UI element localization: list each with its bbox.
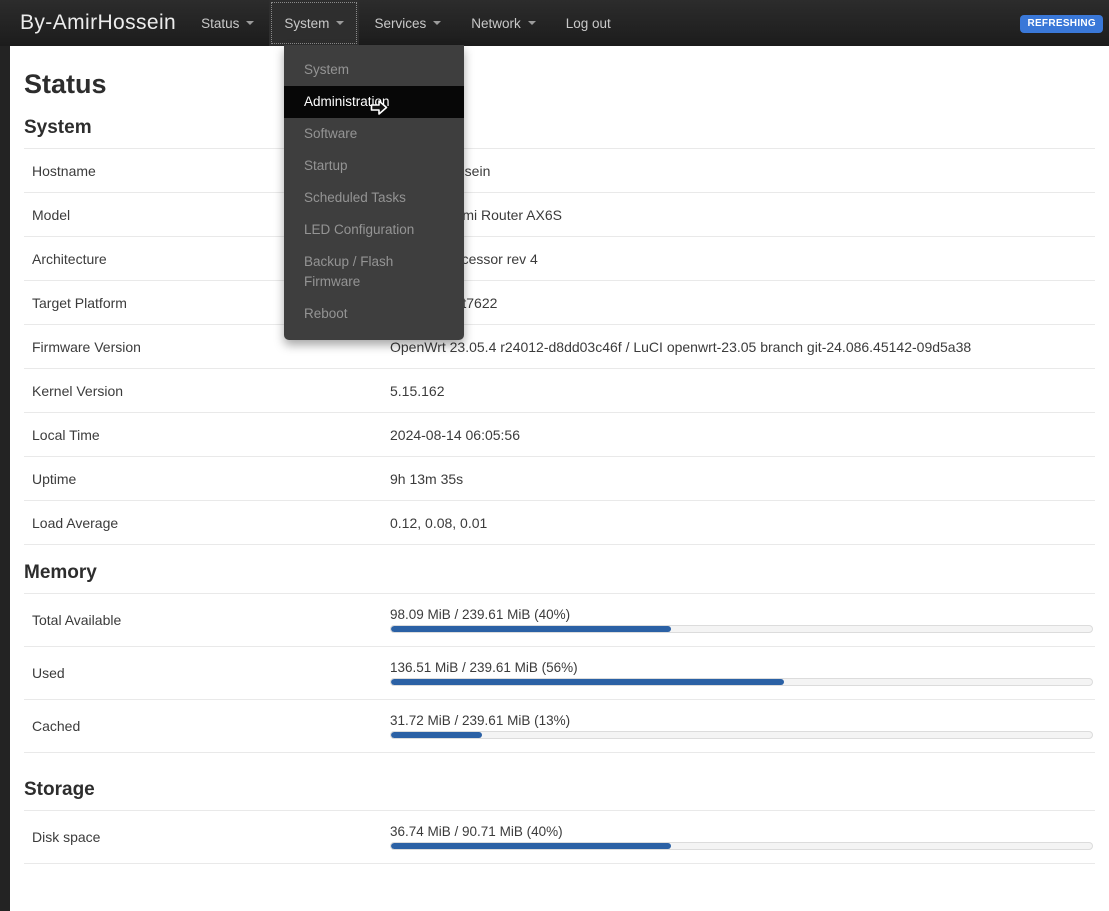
row-value: Xiaomi Redmi Router AX6S (390, 206, 562, 223)
dropdown-menu-item[interactable]: Reboot (284, 298, 464, 330)
system-dropdown-menu: System Administration Software Startup S… (284, 45, 464, 340)
table-row: Cached 31.72 MiB / 239.61 MiB (13%) (24, 700, 1095, 753)
system-table: Hostname By-AmirHossein Model Xiaomi Red… (24, 149, 1095, 545)
navbar-menu-item[interactable]: Services (359, 0, 456, 46)
main-content: Status System Hostname By-AmirHossein Mo… (10, 46, 1109, 911)
row-label: Used (32, 665, 65, 681)
progress-bar-track (390, 731, 1093, 739)
progress-bar-track (390, 678, 1093, 686)
progress-bar-track (390, 625, 1093, 633)
caret-down-icon (336, 21, 345, 25)
storage-table: Disk space 36.74 MiB / 90.71 MiB (40%) (24, 811, 1095, 864)
page-title: Status (24, 69, 107, 99)
progress-bar-fill (391, 732, 483, 738)
caret-down-icon (433, 21, 442, 25)
row-value: 0.12, 0.08, 0.01 (390, 514, 488, 531)
mouse-cursor-icon (369, 99, 390, 121)
progress-cell: 136.51 MiB / 239.61 MiB (56%) (390, 660, 1095, 686)
progress-value-text: 136.51 MiB / 239.61 MiB (56%) (390, 660, 578, 675)
caret-down-icon (527, 21, 536, 25)
section-heading-memory: Memory (24, 545, 1095, 594)
navbar-menu-item-label: System (284, 15, 330, 31)
row-value: OpenWrt 23.05.4 r24012-d8dd03c46f / LuCI… (390, 338, 972, 355)
navbar-menu: Status System Services Network Log out (186, 0, 626, 46)
dropdown-menu-item-label: LED Configuration (304, 222, 415, 237)
dropdown-menu-item-label: Reboot (304, 306, 348, 321)
progress-value-text: 98.09 MiB / 239.61 MiB (40%) (390, 607, 571, 622)
table-row: Uptime 9h 13m 35s (24, 457, 1095, 501)
row-label: Uptime (32, 470, 77, 487)
progress-bar-fill (391, 626, 672, 632)
dropdown-menu-item-label: Backup / Flash Firmware (304, 254, 394, 289)
row-value: mediatek/mt7622 (390, 295, 1095, 311)
row-value: 9h 13m 35s (390, 470, 464, 487)
dropdown-menu-item[interactable]: System (284, 54, 464, 86)
table-row: Architecture ARMv8 Processor rev 4 (24, 237, 1095, 281)
caret-down-icon (246, 21, 255, 25)
refreshing-badge: REFRESHING (1020, 15, 1103, 33)
row-value: By-AmirHossein (390, 163, 1095, 179)
table-row: Kernel Version 5.15.162 (24, 369, 1095, 413)
dropdown-menu-item-label: Scheduled Tasks (304, 190, 406, 205)
row-value: 2024-08-14 06:05:56 (390, 426, 520, 443)
navbar-menu-item-label: Services (374, 15, 427, 31)
table-row: Used 136.51 MiB / 239.61 MiB (56%) (24, 647, 1095, 700)
row-value: 5.15.162 (390, 382, 445, 399)
progress-bar-fill (391, 843, 672, 849)
dropdown-menu-item-label: Software (304, 126, 358, 141)
row-label: Cached (32, 718, 81, 734)
progress-bar-fill (391, 679, 784, 685)
table-row: Firmware Version OpenWrt 23.05.4 r24012-… (24, 325, 1095, 369)
table-row: Model Xiaomi Redmi Router AX6S (24, 193, 1095, 237)
table-row: Disk space 36.74 MiB / 90.71 MiB (40%) (24, 811, 1095, 864)
row-label: Firmware Version (32, 338, 141, 355)
progress-cell: 31.72 MiB / 239.61 MiB (13%) (390, 713, 1095, 739)
table-row: Load Average 0.12, 0.08, 0.01 (24, 501, 1095, 545)
dropdown-menu-item[interactable]: LED Configuration (284, 214, 464, 246)
navbar-menu-item-label: Status (201, 15, 240, 31)
dropdown-menu-item[interactable]: Startup (284, 150, 464, 182)
navbar-menu-item[interactable]: Status (186, 0, 269, 46)
progress-value-text: 31.72 MiB / 239.61 MiB (13%) (390, 713, 571, 728)
dropdown-menu-item-label: Startup (304, 158, 348, 173)
progress-cell: 36.74 MiB / 90.71 MiB (40%) (390, 824, 1095, 850)
navbar-menu-item[interactable]: System (269, 0, 360, 46)
dropdown-menu-item[interactable]: Backup / Flash Firmware (284, 246, 464, 298)
table-row: Hostname By-AmirHossein (24, 149, 1095, 193)
memory-table: Total Available 98.09 MiB / 239.61 MiB (… (24, 594, 1095, 753)
progress-value-text: 36.74 MiB / 90.71 MiB (40%) (390, 824, 563, 839)
table-row: Target Platform mediatek/mt7622 (24, 281, 1095, 325)
brand-title: By-AmirHossein (20, 11, 177, 34)
row-label: Local Time (32, 426, 100, 443)
table-row: Local Time 2024-08-14 06:05:56 (24, 413, 1095, 457)
section-heading-storage: Storage (24, 753, 1095, 811)
navbar-menu-item[interactable]: Network (456, 0, 551, 46)
dropdown-menu-item[interactable]: Software (284, 118, 464, 150)
progress-cell: 98.09 MiB / 239.61 MiB (40%) (390, 607, 1095, 633)
progress-bar-track (390, 842, 1093, 850)
dropdown-menu-item[interactable]: Scheduled Tasks (284, 182, 464, 214)
section-heading-system: System (24, 100, 1095, 149)
row-label: Disk space (32, 829, 101, 845)
navbar-menu-item-label: Network (471, 15, 521, 31)
table-row: Total Available 98.09 MiB / 239.61 MiB (… (24, 594, 1095, 647)
row-label: Kernel Version (32, 382, 124, 399)
navbar-menu-item-label: Log out (565, 15, 611, 31)
navbar-menu-item[interactable]: Log out (551, 0, 626, 46)
row-label: Total Available (32, 612, 122, 628)
dropdown-menu-item-label: System (304, 62, 350, 77)
row-value: ARMv8 Processor rev 4 (390, 250, 538, 267)
row-label: Load Average (32, 514, 119, 531)
top-navbar: By-AmirHossein Status System Services Ne… (0, 0, 1109, 46)
